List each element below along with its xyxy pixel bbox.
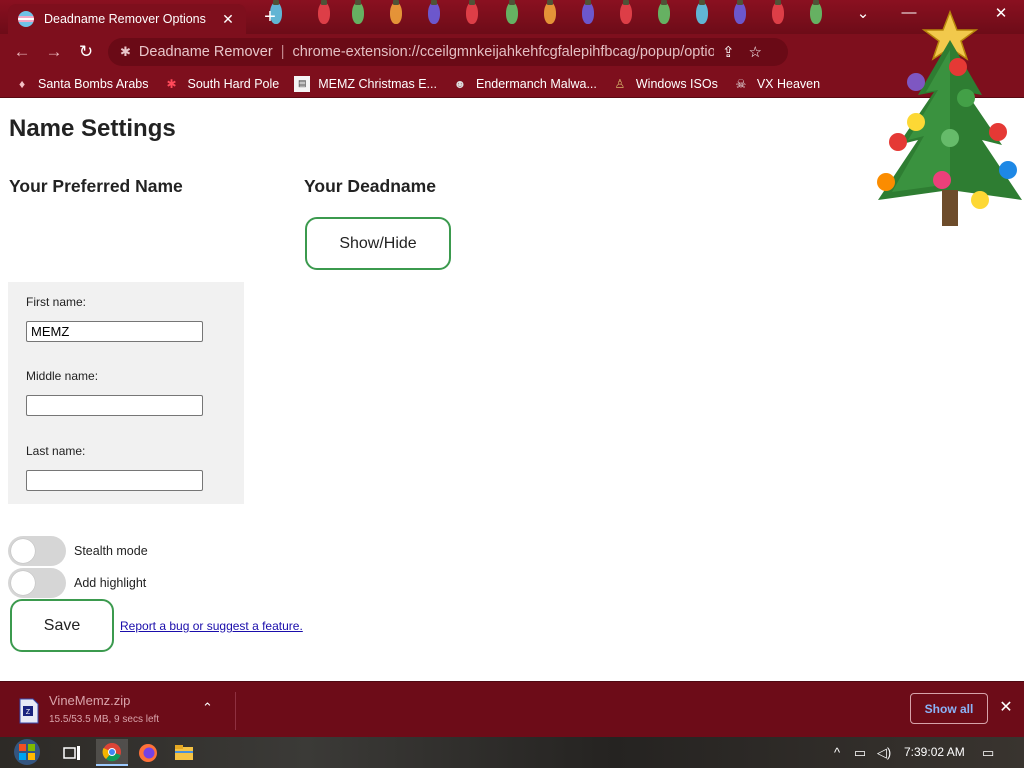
chevron-up-icon[interactable]: ⌃ [202,700,213,716]
bookmark-label: Windows ISOs [635,76,718,91]
bookmark-label: VX Heaven [756,76,821,91]
tab-close-icon[interactable]: ✕ [220,11,236,28]
active-tab[interactable]: Deadname Remover Options ✕ [8,4,246,34]
add-highlight-toggle[interactable] [8,568,66,598]
first-name-input[interactable] [26,321,203,342]
middle-name-input[interactable] [26,395,203,416]
light-bulb-decoration [544,0,556,24]
show-all-button[interactable]: Show all [910,693,988,724]
bookmark-item[interactable]: ♙ Windows ISOs [612,76,718,92]
show-hide-button[interactable]: Show/Hide [305,217,451,270]
light-bulb-decoration [466,0,478,24]
person-icon: ♙ [614,76,626,91]
page-icon: ▤ [294,75,311,92]
page-title: Name Settings [9,115,176,142]
network-icon[interactable]: ▭ [848,745,872,761]
site-name: Deadname Remover [138,44,273,60]
stealth-mode-label: Stealth mode [74,544,148,558]
last-name-label: Last name: [26,444,86,458]
light-bulb-decoration [352,0,364,24]
add-highlight-label: Add highlight [74,576,147,590]
notification-icon[interactable]: ▭ [982,745,994,761]
light-bulb-decoration [506,0,518,24]
taskbar: ^ ▭ ◁) 7:39:02 AM ▭ [0,737,1024,768]
forward-button[interactable]: → [38,42,70,62]
tab-title: Deadname Remover Options [44,12,206,26]
firefox-icon[interactable] [132,739,164,766]
chevron-up-icon[interactable]: ^ [826,745,848,760]
bookmark-item[interactable]: ☠ VX Heaven [733,76,820,92]
preferred-name-heading: Your Preferred Name [9,176,183,196]
new-tab-button[interactable]: + [258,6,282,29]
download-status: 15.5/53.5 MB, 9 secs left [49,714,160,725]
light-bulb-decoration [658,0,670,24]
deadname-heading: Your Deadname [304,176,436,196]
light-bulb-decoration [428,0,440,24]
bookmark-label: MEMZ Christmas E... [318,76,437,91]
download-item[interactable]: Z VineMemz.zip 15.5/53.5 MB, 9 secs left… [14,692,236,730]
close-download-shelf-icon[interactable]: ✕ [996,697,1016,717]
add-highlight-row: Add highlight [8,568,146,598]
bookmark-item[interactable]: ♦ Santa Bombs Arabs [14,76,149,92]
first-name-label: First name: [26,295,87,309]
stealth-mode-toggle[interactable] [8,536,66,566]
raccoon-icon: ☻ [453,76,467,91]
middle-name-label: Middle name: [26,369,99,383]
bookmark-label: Santa Bombs Arabs [38,76,149,91]
snowflake-icon: ✱ [166,76,177,91]
download-filename: VineMemz.zip [49,693,131,708]
zip-file-icon: Z [19,698,39,724]
christmas-tree-decoration [877,9,1022,226]
task-view-icon[interactable] [56,739,88,766]
light-bulb-decoration [318,0,330,24]
bookmark-label: South Hard Pole [187,76,280,91]
bookmark-item[interactable]: ✱ South Hard Pole [163,76,279,92]
light-bulb-decoration [734,0,746,24]
start-button[interactable] [10,737,44,768]
chrome-icon[interactable] [96,739,128,766]
light-bulb-decoration [696,0,708,24]
light-bulb-decoration [390,0,402,24]
svg-text:Z: Z [26,709,31,716]
omnibox-separator: | [280,44,285,60]
share-icon[interactable]: ⇪ [722,44,749,61]
file-explorer-icon[interactable] [168,739,200,766]
download-shelf: Z VineMemz.zip 15.5/53.5 MB, 9 secs left… [0,681,1024,737]
system-tray: ^ ▭ ◁) [826,737,896,768]
stealth-mode-row: Stealth mode [8,536,148,566]
light-bulb-decoration [620,0,632,24]
bookmark-star-icon[interactable]: ☆ [749,44,776,61]
clock[interactable]: 7:39:02 AM [904,745,965,759]
address-bar[interactable]: ✱ Deadname Remover | chrome-extension://… [108,38,788,66]
url-text[interactable]: chrome-extension://cceilgmnkeijahkehfcgf… [292,44,713,60]
reload-button[interactable]: ↻ [70,42,102,62]
light-bulb-decoration [582,0,594,24]
skull-icon: ☠ [735,76,747,91]
volume-icon[interactable]: ◁) [872,745,896,761]
report-bug-link[interactable]: Report a bug or suggest a feature. [120,619,303,633]
light-bulb-decoration [772,0,784,24]
light-bulb-decoration [810,0,822,24]
bomb-icon: ♦ [18,76,26,91]
trans-flag-favicon-icon [18,11,34,27]
back-button[interactable]: ← [6,42,38,62]
bookmark-item[interactable]: ▤ MEMZ Christmas E... [294,75,437,92]
extension-puzzle-icon: ✱ [120,44,131,59]
preferred-name-form: First name: Middle name: Last name: [8,282,244,504]
bookmark-label: Endermanch Malwa... [475,76,597,91]
bookmark-item[interactable]: ☻ Endermanch Malwa... [452,76,597,92]
save-button[interactable]: Save [10,599,114,652]
last-name-input[interactable] [26,470,203,491]
